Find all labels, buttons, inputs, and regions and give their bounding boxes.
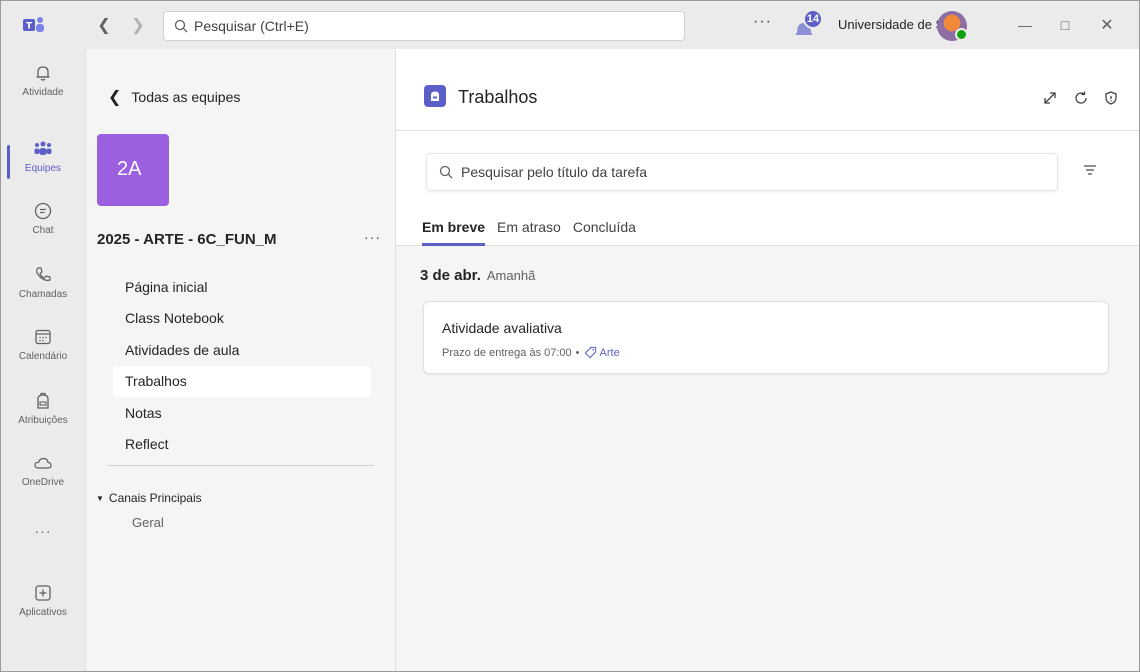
team-more-button[interactable]: ··· xyxy=(364,229,381,245)
close-icon[interactable]: ✕ xyxy=(1095,14,1119,36)
presence-available-icon xyxy=(955,28,968,41)
chat-icon xyxy=(34,202,52,220)
rail-item-chamadas[interactable]: Chamadas xyxy=(1,257,85,319)
cloud-icon xyxy=(34,457,52,469)
due-date-group-header: 3 de abr. Amanhã xyxy=(420,267,535,284)
rail-item-atribuicoes[interactable]: Atribuições xyxy=(1,383,85,445)
rail-label: Calendário xyxy=(18,351,68,362)
rail-label: Atribuições xyxy=(18,415,68,426)
tab-concluida[interactable]: Concluída xyxy=(573,219,636,246)
assignment-meta: Prazo de entrega às 07:00 • Arte xyxy=(442,346,620,359)
rail-item-atividade[interactable]: Atividade xyxy=(1,55,85,117)
caret-down-icon: ▼ xyxy=(96,493,104,503)
assignment-tag-label: Arte xyxy=(599,346,620,359)
global-search-placeholder: Pesquisar (Ctrl+E) xyxy=(194,18,309,34)
team-panel: ❮ Todas as equipes 2A 2025 - ARTE - 6C_F… xyxy=(85,49,396,671)
assignment-tag[interactable]: Arte xyxy=(584,346,620,359)
rail-label: Chamadas xyxy=(18,289,68,300)
team-nav-atividades-de-aula[interactable]: Atividades de aula xyxy=(113,334,371,366)
channels-header[interactable]: ▼ Canais Principais xyxy=(96,491,202,505)
assignments-app-icon xyxy=(424,85,446,107)
team-nav: Página inicial Class Notebook Atividades… xyxy=(113,271,371,460)
team-nav-pagina-inicial[interactable]: Página inicial xyxy=(113,271,371,303)
due-date: 3 de abr. xyxy=(420,267,481,284)
due-date-relative: Amanhã xyxy=(486,268,536,283)
meta-separator: • xyxy=(575,346,580,359)
maximize-icon[interactable]: □ xyxy=(1053,14,1077,36)
assignments-header: Trabalhos xyxy=(396,49,1139,131)
channel-geral[interactable]: Geral xyxy=(132,515,164,530)
assignment-due: Prazo de entrega às 07:00 xyxy=(442,346,572,359)
tag-icon xyxy=(584,346,596,359)
tab-em-breve[interactable]: Em breve xyxy=(422,219,486,246)
teams-icon xyxy=(34,141,52,155)
teams-logo-icon[interactable]: T xyxy=(23,16,45,34)
svg-text:T: T xyxy=(26,22,33,32)
team-avatar: 2A xyxy=(97,134,169,206)
forward-arrow-icon[interactable]: ❯ xyxy=(127,14,149,36)
rail-item-onedrive[interactable]: OneDrive xyxy=(1,445,85,507)
all-teams-back-link[interactable]: ❮ Todas as equipes xyxy=(108,87,240,107)
assignment-tabs: Em breve Em atraso Concluída xyxy=(422,219,636,246)
assignment-card[interactable]: Atividade avaliativa Prazo de entrega às… xyxy=(423,301,1109,374)
rail-label: Aplicativos xyxy=(19,607,67,618)
assignments-toolbar: Pesquisar pelo título da tarefa Em breve… xyxy=(396,131,1139,246)
rail-label: Chat xyxy=(32,225,54,236)
assignment-title: Atividade avaliativa xyxy=(442,320,562,336)
channels-header-label: Canais Principais xyxy=(108,491,202,505)
shield-icon[interactable] xyxy=(1102,89,1120,107)
add-app-icon xyxy=(35,585,51,601)
bell-icon xyxy=(36,66,50,81)
team-nav-class-notebook[interactable]: Class Notebook xyxy=(113,303,371,335)
minimize-icon[interactable]: — xyxy=(1013,14,1037,36)
divider xyxy=(108,465,374,466)
task-search-placeholder: Pesquisar pelo título da tarefa xyxy=(461,164,648,180)
more-icon: ··· xyxy=(34,523,52,539)
filter-icon[interactable] xyxy=(1082,163,1098,177)
rail-label: Atividade xyxy=(22,87,64,98)
search-icon xyxy=(439,165,453,179)
title-bar: T ❮ ❯ Pesquisar (Ctrl+E) ··· 14 Universi… xyxy=(1,1,1139,49)
app-rail: Atividade Equipes Chat Chamadas Calendár… xyxy=(1,49,85,671)
rail-label: OneDrive xyxy=(21,477,65,488)
teams-window: T ❮ ❯ Pesquisar (Ctrl+E) ··· 14 Universi… xyxy=(0,0,1140,672)
search-icon xyxy=(174,19,188,33)
all-teams-label: Todas as equipes xyxy=(131,89,241,105)
rail-item-aplicativos[interactable]: Aplicativos xyxy=(1,575,85,637)
notification-badge: 14 xyxy=(803,9,823,29)
backpack-icon xyxy=(37,392,49,409)
calendar-icon xyxy=(35,329,51,345)
expand-icon[interactable] xyxy=(1041,89,1059,107)
back-arrow-icon[interactable]: ❮ xyxy=(93,14,115,36)
task-search-input[interactable]: Pesquisar pelo título da tarefa xyxy=(426,153,1058,191)
chevron-left-icon: ❮ xyxy=(108,89,122,106)
assignments-main: Trabalhos Pesquisar pelo título da taref… xyxy=(396,49,1139,671)
rail-item-more[interactable]: ··· xyxy=(1,515,85,577)
tab-em-atraso[interactable]: Em atraso xyxy=(497,219,561,246)
team-nav-reflect[interactable]: Reflect xyxy=(113,429,371,461)
rail-item-equipes[interactable]: Equipes xyxy=(1,131,85,193)
global-search-input[interactable]: Pesquisar (Ctrl+E) xyxy=(163,11,685,41)
team-nav-notas[interactable]: Notas xyxy=(113,397,371,429)
rail-item-calendario[interactable]: Calendário xyxy=(1,319,85,381)
page-title: Trabalhos xyxy=(458,87,538,107)
rail-item-chat[interactable]: Chat xyxy=(1,193,85,255)
more-options-button[interactable]: ··· xyxy=(753,13,772,31)
phone-icon xyxy=(36,267,51,281)
team-name: 2025 - ARTE - 6C_FUN_M xyxy=(97,231,277,248)
notifications-button[interactable]: 14 xyxy=(791,9,823,41)
team-nav-trabalhos[interactable]: Trabalhos xyxy=(113,365,371,397)
rail-label: Equipes xyxy=(24,163,62,174)
refresh-icon[interactable] xyxy=(1072,89,1090,107)
